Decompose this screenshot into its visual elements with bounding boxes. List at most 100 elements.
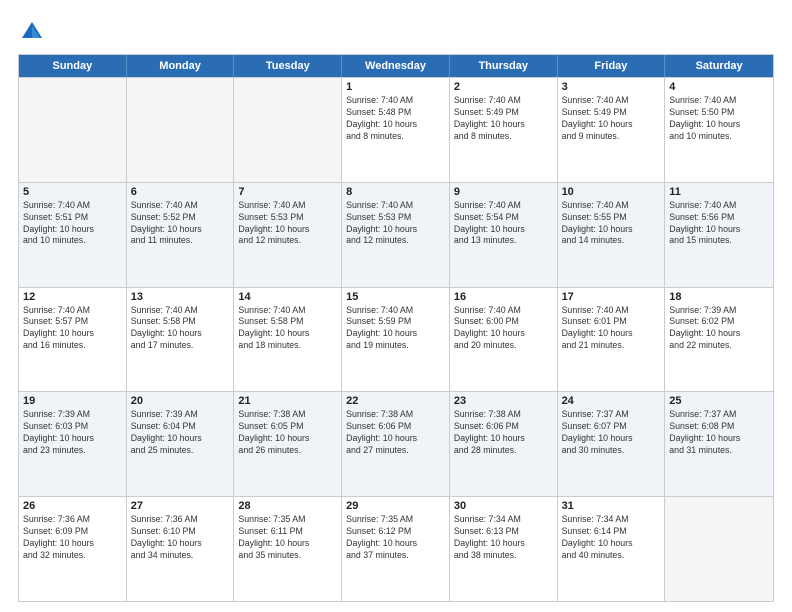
day-number: 6: [131, 186, 230, 198]
day-info: Sunrise: 7:40 AM Sunset: 5:57 PM Dayligh…: [23, 305, 122, 353]
calendar-cell: 8Sunrise: 7:40 AM Sunset: 5:53 PM Daylig…: [342, 183, 450, 287]
calendar-row: 19Sunrise: 7:39 AM Sunset: 6:03 PM Dayli…: [19, 391, 773, 496]
day-number: 21: [238, 395, 337, 407]
page: SundayMondayTuesdayWednesdayThursdayFrid…: [0, 0, 792, 612]
calendar: SundayMondayTuesdayWednesdayThursdayFrid…: [18, 54, 774, 602]
calendar-cell: 18Sunrise: 7:39 AM Sunset: 6:02 PM Dayli…: [665, 288, 773, 392]
calendar-cell: 5 Sunrise: 7:40 AM Sunset: 5:51 PM Daylig…: [19, 183, 127, 287]
calendar-cell: 24 Sunrise: 7:37 AM Sunset: 6:07 PM Dayli…: [558, 392, 666, 496]
weekday-header: Friday: [558, 55, 666, 77]
calendar-cell-empty: [127, 78, 235, 182]
day-number: 31: [562, 500, 661, 512]
day-info: Sunrise: 7:40 AM Sunset: 6:00 PM Dayligh…: [454, 305, 553, 353]
day-info: Sunrise: 7:40 AM Sunset: 5:52 PM Dayligh…: [131, 200, 230, 248]
day-number: 15: [346, 291, 445, 303]
calendar-cell: 16 Sunrise: 7:40 AM Sunset: 6:00 PM Dayli…: [450, 288, 558, 392]
day-info: Sunrise: 7:39 AM Sunset: 6:04 PM Dayligh…: [131, 409, 230, 457]
day-info: Sunrise: 7:37 AM Sunset: 6:07 PM Dayligh…: [562, 409, 661, 457]
day-number: 22: [346, 395, 445, 407]
weekday-header: Wednesday: [342, 55, 450, 77]
weekday-header: Monday: [127, 55, 235, 77]
calendar-cell: 25Sunrise: 7:37 AM Sunset: 6:08 PM Dayli…: [665, 392, 773, 496]
day-number: 27: [131, 500, 230, 512]
calendar-row: 26 Sunrise: 7:36 AM Sunset: 6:09 PM Dayli…: [19, 496, 773, 601]
day-info: Sunrise: 7:35 AM Sunset: 6:12 PM Dayligh…: [346, 514, 445, 562]
calendar-cell: 28 Sunrise: 7:35 AM Sunset: 6:11 PM Dayli…: [234, 497, 342, 601]
day-info: Sunrise: 7:34 AM Sunset: 6:13 PM Dayligh…: [454, 514, 553, 562]
day-info: Sunrise: 7:38 AM Sunset: 6:05 PM Dayligh…: [238, 409, 337, 457]
day-info: Sunrise: 7:40 AM Sunset: 5:53 PM Dayligh…: [238, 200, 337, 248]
calendar-cell: 29 Sunrise: 7:35 AM Sunset: 6:12 PM Dayli…: [342, 497, 450, 601]
day-info: Sunrise: 7:36 AM Sunset: 6:10 PM Dayligh…: [131, 514, 230, 562]
calendar-cell: 2 Sunrise: 7:40 AM Sunset: 5:49 PM Daylig…: [450, 78, 558, 182]
day-info: Sunrise: 7:35 AM Sunset: 6:11 PM Dayligh…: [238, 514, 337, 562]
weekday-header: Thursday: [450, 55, 558, 77]
day-number: 5: [23, 186, 122, 198]
day-number: 3: [562, 81, 661, 93]
calendar-cell: 31 Sunrise: 7:34 AM Sunset: 6:14 PM Dayli…: [558, 497, 666, 601]
calendar-cell: 21 Sunrise: 7:38 AM Sunset: 6:05 PM Dayli…: [234, 392, 342, 496]
calendar-cell: 6 Sunrise: 7:40 AM Sunset: 5:52 PM Daylig…: [127, 183, 235, 287]
calendar-cell: 4 Sunrise: 7:40 AM Sunset: 5:50 PM Daylig…: [665, 78, 773, 182]
day-info: Sunrise: 7:40 AM Sunset: 5:50 PM Dayligh…: [669, 95, 769, 143]
calendar-cell: 30 Sunrise: 7:34 AM Sunset: 6:13 PM Dayli…: [450, 497, 558, 601]
calendar-cell: 26 Sunrise: 7:36 AM Sunset: 6:09 PM Dayli…: [19, 497, 127, 601]
day-number: 9: [454, 186, 553, 198]
day-info: Sunrise: 7:40 AM Sunset: 6:01 PM Dayligh…: [562, 305, 661, 353]
calendar-cell-empty: [665, 497, 773, 601]
calendar-cell: 27 Sunrise: 7:36 AM Sunset: 6:10 PM Dayli…: [127, 497, 235, 601]
calendar-cell: 3Sunrise: 7:40 AM Sunset: 5:49 PM Daylig…: [558, 78, 666, 182]
calendar-row: 5 Sunrise: 7:40 AM Sunset: 5:51 PM Daylig…: [19, 182, 773, 287]
logo-icon: [18, 18, 46, 46]
day-info: Sunrise: 7:40 AM Sunset: 5:59 PM Dayligh…: [346, 305, 445, 353]
calendar-row: 12 Sunrise: 7:40 AM Sunset: 5:57 PM Dayli…: [19, 287, 773, 392]
weekday-header: Tuesday: [234, 55, 342, 77]
day-number: 12: [23, 291, 122, 303]
day-number: 25: [669, 395, 769, 407]
day-number: 2: [454, 81, 553, 93]
calendar-header-row: SundayMondayTuesdayWednesdayThursdayFrid…: [19, 55, 773, 77]
day-info: Sunrise: 7:40 AM Sunset: 5:58 PM Dayligh…: [238, 305, 337, 353]
day-number: 16: [454, 291, 553, 303]
calendar-cell: 19Sunrise: 7:39 AM Sunset: 6:03 PM Dayli…: [19, 392, 127, 496]
day-number: 23: [454, 395, 553, 407]
day-info: Sunrise: 7:40 AM Sunset: 5:51 PM Dayligh…: [23, 200, 122, 248]
day-number: 7: [238, 186, 337, 198]
header: [18, 18, 774, 46]
day-number: 29: [346, 500, 445, 512]
day-info: Sunrise: 7:40 AM Sunset: 5:54 PM Dayligh…: [454, 200, 553, 248]
calendar-cell: 9 Sunrise: 7:40 AM Sunset: 5:54 PM Daylig…: [450, 183, 558, 287]
day-number: 24: [562, 395, 661, 407]
calendar-cell: 17 Sunrise: 7:40 AM Sunset: 6:01 PM Dayli…: [558, 288, 666, 392]
calendar-cell: 23 Sunrise: 7:38 AM Sunset: 6:06 PM Dayli…: [450, 392, 558, 496]
day-info: Sunrise: 7:40 AM Sunset: 5:55 PM Dayligh…: [562, 200, 661, 248]
day-info: Sunrise: 7:40 AM Sunset: 5:53 PM Dayligh…: [346, 200, 445, 248]
calendar-cell: 11 Sunrise: 7:40 AM Sunset: 5:56 PM Dayli…: [665, 183, 773, 287]
day-number: 17: [562, 291, 661, 303]
logo: [18, 18, 50, 46]
day-info: Sunrise: 7:40 AM Sunset: 5:49 PM Dayligh…: [454, 95, 553, 143]
calendar-cell: 10 Sunrise: 7:40 AM Sunset: 5:55 PM Dayli…: [558, 183, 666, 287]
day-number: 10: [562, 186, 661, 198]
calendar-row: 1Sunrise: 7:40 AM Sunset: 5:48 PM Daylig…: [19, 77, 773, 182]
weekday-header: Sunday: [19, 55, 127, 77]
day-info: Sunrise: 7:40 AM Sunset: 5:56 PM Dayligh…: [669, 200, 769, 248]
day-info: Sunrise: 7:40 AM Sunset: 5:58 PM Dayligh…: [131, 305, 230, 353]
day-info: Sunrise: 7:39 AM Sunset: 6:03 PM Dayligh…: [23, 409, 122, 457]
day-info: Sunrise: 7:34 AM Sunset: 6:14 PM Dayligh…: [562, 514, 661, 562]
day-info: Sunrise: 7:38 AM Sunset: 6:06 PM Dayligh…: [454, 409, 553, 457]
day-info: Sunrise: 7:38 AM Sunset: 6:06 PM Dayligh…: [346, 409, 445, 457]
day-number: 14: [238, 291, 337, 303]
day-number: 4: [669, 81, 769, 93]
day-number: 20: [131, 395, 230, 407]
calendar-cell-empty: [19, 78, 127, 182]
day-number: 30: [454, 500, 553, 512]
day-number: 26: [23, 500, 122, 512]
calendar-cell: 7 Sunrise: 7:40 AM Sunset: 5:53 PM Daylig…: [234, 183, 342, 287]
day-number: 13: [131, 291, 230, 303]
day-number: 28: [238, 500, 337, 512]
day-number: 11: [669, 186, 769, 198]
day-info: Sunrise: 7:36 AM Sunset: 6:09 PM Dayligh…: [23, 514, 122, 562]
day-info: Sunrise: 7:40 AM Sunset: 5:48 PM Dayligh…: [346, 95, 445, 143]
calendar-cell: 13 Sunrise: 7:40 AM Sunset: 5:58 PM Dayli…: [127, 288, 235, 392]
